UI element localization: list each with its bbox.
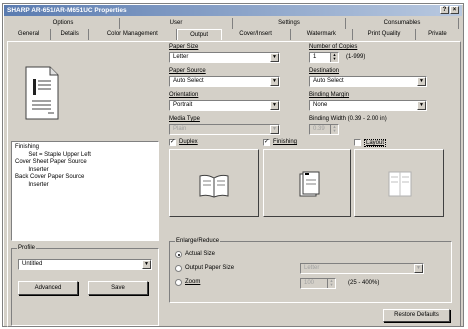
zoom-value: 100 xyxy=(304,280,315,286)
spinner-icon: ▲ ▼ xyxy=(330,125,338,134)
advanced-button[interactable]: Advanced xyxy=(18,281,78,295)
output-paper-size-radio[interactable] xyxy=(175,265,182,272)
spinner-icon: ▲ ▼ xyxy=(327,279,335,288)
window-title: SHARP AR-651/AR-M651UC Properties xyxy=(7,7,127,14)
profile-value: Untitled xyxy=(22,261,43,267)
media-type-select: Plain ▼ xyxy=(169,124,280,135)
chevron-down-icon[interactable]: ▼ xyxy=(270,101,279,110)
chevron-down-icon[interactable]: ▼ xyxy=(417,101,426,110)
orientation-value: Portrait xyxy=(173,102,193,108)
profile-select[interactable]: Untitled ▼ xyxy=(18,259,152,270)
binding-margin-label: Binding Margin xyxy=(309,92,350,98)
copies-label: Number of Copies xyxy=(309,44,358,50)
media-type-value: Plain xyxy=(173,126,187,132)
chevron-down-icon[interactable]: ▼ xyxy=(270,77,279,86)
save-button[interactable]: Save xyxy=(88,281,148,295)
finishing-button[interactable] xyxy=(263,149,351,217)
duplex-button[interactable] xyxy=(169,149,259,217)
open-book-icon xyxy=(199,174,229,198)
media-type-label: Media Type xyxy=(169,116,200,122)
multi-page-layout-icon xyxy=(388,171,412,197)
profile-label: Profile xyxy=(17,245,37,251)
close-icon[interactable]: × xyxy=(450,6,459,14)
binding-width-label: Binding Width (0.39 - 2.00 in) xyxy=(309,116,387,122)
binding-width-value: 0.39 xyxy=(313,126,325,132)
tab-cover-insert[interactable]: Cover/Insert xyxy=(222,29,291,40)
profile-group: Profile Untitled ▼ Advanced Save xyxy=(11,245,159,326)
paper-size-label: Paper Size xyxy=(169,44,199,50)
chevron-down-icon[interactable]: ▼ xyxy=(417,77,426,86)
destination-label: Destination xyxy=(309,68,340,74)
properties-window: SHARP AR-651/AR-M651UC Properties ? × Op… xyxy=(2,3,464,327)
tab-row-bottom: General Details Color Management Output … xyxy=(7,29,459,40)
tab-row-top: Options User Settings Consumables xyxy=(7,18,459,29)
enlarge-reduce-label: Enlarge/Reduce xyxy=(175,238,221,244)
destination-select[interactable]: Auto Select ▼ xyxy=(309,76,427,87)
layout-label[interactable]: Layout xyxy=(364,139,387,147)
binding-margin-value: None xyxy=(313,102,328,108)
paper-source-value: Auto Select xyxy=(173,78,204,84)
actual-size-radio[interactable] xyxy=(175,251,182,258)
help-icon[interactable]: ? xyxy=(440,6,449,14)
tab-general[interactable]: General xyxy=(7,29,52,40)
restore-defaults-button[interactable]: Restore Defaults xyxy=(383,309,450,322)
orientation-label: Orientation xyxy=(169,92,199,98)
zoom-input: 100 ▲ ▼ xyxy=(300,278,336,289)
tab-print-quality[interactable]: Print Quality xyxy=(353,29,416,40)
finishing-label[interactable]: Finishing xyxy=(273,139,297,145)
tab-output[interactable]: Output xyxy=(176,29,222,40)
spinner-icon[interactable]: ▲ ▼ xyxy=(330,53,338,62)
enlarge-reduce-group: Enlarge/Reduce Actual Size Output Paper … xyxy=(169,238,452,303)
settings-summary: Finishing Set = Staple Upper Left Cover … xyxy=(11,141,159,241)
duplex-label[interactable]: Duplex xyxy=(179,139,198,145)
title-bar: SHARP AR-651/AR-M651UC Properties ? × xyxy=(4,5,462,16)
paper-source-label: Paper Source xyxy=(169,68,206,74)
layout-checkbox[interactable] xyxy=(354,139,361,146)
paper-size-value: Letter xyxy=(173,54,189,60)
binding-margin-select[interactable]: None ▼ xyxy=(309,100,427,111)
paper-source-select[interactable]: Auto Select ▼ xyxy=(169,76,280,87)
chevron-down-icon[interactable]: ▼ xyxy=(270,53,279,62)
tab-user[interactable]: User xyxy=(120,18,233,29)
chevron-down-icon: ▼ xyxy=(270,125,279,134)
finishing-checkbox[interactable]: ✓ xyxy=(263,139,270,146)
tab-settings[interactable]: Settings xyxy=(233,18,346,29)
chevron-down-icon[interactable]: ▼ xyxy=(142,260,151,269)
copies-value: 1 xyxy=(313,54,317,60)
chevron-down-icon: ▼ xyxy=(414,264,423,273)
copies-range: (1-999) xyxy=(346,54,366,60)
paper-size-select[interactable]: Letter ▼ xyxy=(169,52,280,63)
zoom-label[interactable]: Zoom xyxy=(185,279,200,285)
actual-size-label[interactable]: Actual Size xyxy=(185,251,215,257)
zoom-range: (25 - 400%) xyxy=(348,280,380,286)
destination-value: Auto Select xyxy=(313,78,344,84)
output-panel: Finishing Set = Staple Upper Left Cover … xyxy=(7,41,461,327)
output-paper-size-label[interactable]: Output Paper Size xyxy=(185,265,234,271)
tab-private[interactable]: Private xyxy=(416,29,459,40)
tab-consumables[interactable]: Consumables xyxy=(346,18,459,29)
tab-watermark[interactable]: Watermark xyxy=(291,29,354,40)
orientation-select[interactable]: Portrait ▼ xyxy=(169,100,280,111)
stapled-document-icon xyxy=(299,171,320,197)
binding-width-input: 0.39 ▲ ▼ xyxy=(309,124,339,135)
output-paper-size-value: Letter xyxy=(304,265,320,271)
output-paper-size-select: Letter ▼ xyxy=(300,263,424,274)
zoom-radio[interactable] xyxy=(175,279,182,286)
tab-details[interactable]: Details xyxy=(51,29,90,40)
document-preview-image xyxy=(16,63,64,123)
layout-button xyxy=(354,149,444,217)
duplex-checkbox[interactable]: ✓ xyxy=(169,139,176,146)
tab-color-management[interactable]: Color Management xyxy=(89,29,177,40)
copies-input[interactable]: 1 ▲ ▼ xyxy=(309,52,339,63)
tab-options[interactable]: Options xyxy=(7,18,120,29)
